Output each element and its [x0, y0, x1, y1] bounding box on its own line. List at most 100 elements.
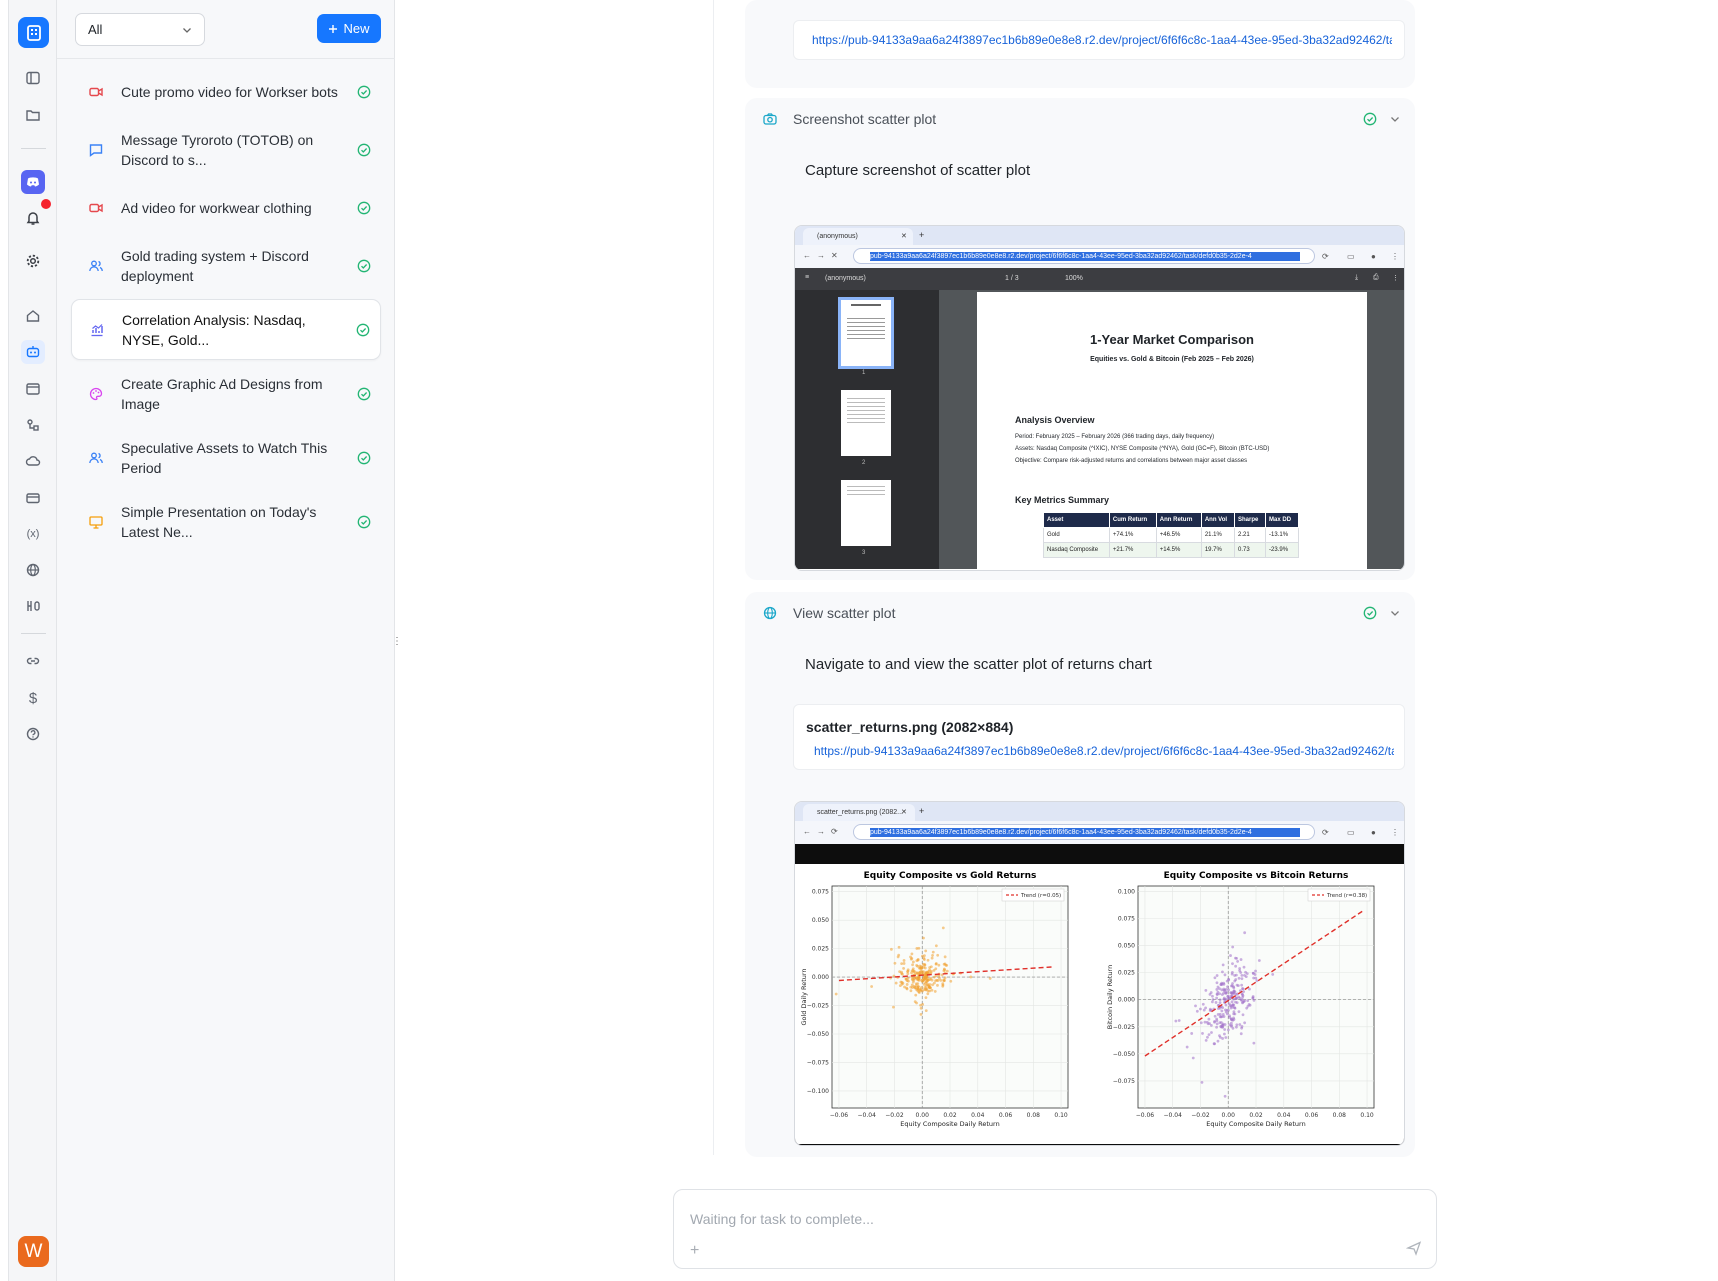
home-icon[interactable] — [21, 304, 45, 328]
profile-icon: ● — [1371, 252, 1376, 261]
scatter-point — [911, 980, 915, 984]
result-link[interactable]: https://pub-94133a9aa6a24f3897ec1b6b89e0… — [812, 33, 1392, 47]
scatter-point — [1245, 972, 1249, 976]
scatter-point — [922, 936, 925, 940]
send-icon[interactable] — [1406, 1240, 1422, 1256]
globe-icon[interactable] — [21, 558, 45, 582]
pdf-title: (anonymous) — [825, 275, 866, 282]
scatter-point — [1208, 1009, 1212, 1012]
api-icon[interactable] — [21, 594, 45, 618]
plus-icon: + — [919, 230, 925, 240]
scatter-point — [889, 947, 893, 951]
scatter-point — [1239, 1032, 1243, 1036]
cloud-icon[interactable] — [21, 449, 45, 473]
scatter-point — [919, 988, 923, 992]
pdf-thumbnail[interactable] — [841, 390, 891, 456]
task-title: Gold trading system + Discord deployment — [121, 248, 309, 284]
video-icon — [83, 195, 109, 221]
task-item[interactable]: Ad video for workwear clothing — [71, 189, 381, 227]
pdf-thumbnail[interactable] — [838, 297, 894, 369]
app-logo[interactable] — [18, 17, 49, 48]
browser-icon[interactable] — [21, 377, 45, 401]
scatter-point — [1218, 1001, 1222, 1005]
scatter-point — [1174, 1019, 1178, 1023]
address-bar: pub-94133a9aa6a24f3897ec1b6b89e0e8e8.r2.… — [853, 824, 1315, 840]
step-description: Navigate to and view the scatter plot of… — [805, 656, 1152, 673]
task-item[interactable]: Create Graphic Ad Designs from Image — [71, 370, 381, 418]
x-tick-label: −0.02 — [1191, 1112, 1210, 1119]
x-tick-label: −0.02 — [885, 1112, 904, 1119]
task-item[interactable]: Cute promo video for Workser bots — [71, 73, 381, 111]
metrics-cell: 21.1% — [1200, 527, 1235, 543]
workflow-icon[interactable] — [21, 413, 45, 437]
legend-label: Trend (r=0.05) — [1020, 893, 1061, 899]
scatter-point — [934, 962, 938, 965]
scatter-point — [922, 976, 926, 980]
menu-icon: ⋮ — [1392, 275, 1399, 282]
attach-plus-icon[interactable]: + — [690, 1242, 699, 1260]
discord-icon[interactable] — [21, 170, 45, 194]
pdf-thumbnail[interactable] — [841, 480, 891, 546]
menu-icon: ⋮ — [1391, 828, 1399, 837]
scatter-point — [1215, 996, 1219, 1000]
task-item[interactable]: Simple Presentation on Today's Latest Ne… — [71, 498, 381, 546]
scatter-point — [1237, 976, 1241, 980]
task-title: Simple Presentation on Today's Latest Ne… — [121, 504, 317, 540]
scatter-point — [1225, 1008, 1229, 1012]
x-tick-label: 0.08 — [1333, 1112, 1347, 1119]
scatter-point — [1228, 1004, 1232, 1007]
check-circle-icon — [357, 85, 371, 99]
chat-input[interactable]: Waiting for task to complete... + — [673, 1189, 1437, 1269]
doc-overview-line: Period: February 2025 – February 2026 (3… — [1015, 434, 1215, 440]
bot-icon[interactable] — [21, 340, 45, 364]
scatter-point — [1257, 959, 1261, 962]
file-link[interactable]: https://pub-94133a9aa6a24f3897ec1b6b89e0… — [814, 744, 1394, 758]
task-item[interactable]: Gold trading system + Discord deployment — [71, 242, 381, 290]
browser-toolbar: ←→⟳ pub-94133a9aa6a24f3897ec1b6b89e0e8e8… — [795, 821, 1404, 844]
chevron-down-icon[interactable] — [1389, 607, 1401, 619]
scatter-point — [917, 971, 921, 975]
step-header[interactable]: Screenshot scatter plot — [762, 107, 1412, 131]
scatter-point — [892, 1005, 895, 1009]
address-url: pub-94133a9aa6a24f3897ec1b6b89e0e8e8.r2.… — [870, 828, 1300, 837]
gear-icon[interactable] — [21, 249, 45, 273]
task-item-active[interactable]: Correlation Analysis: Nasdaq, NYSE, Gold… — [71, 299, 381, 360]
link-icon[interactable] — [21, 649, 45, 673]
metrics-cell: 0.73 — [1233, 542, 1267, 558]
scatter-point — [915, 963, 919, 967]
menu-icon: ⋮ — [1391, 252, 1399, 261]
task-item[interactable]: Speculative Assets to Watch This Period — [71, 434, 381, 482]
dollar-icon[interactable]: $ — [21, 686, 45, 710]
new-task-button[interactable]: New — [317, 14, 381, 43]
variable-icon[interactable]: (x) — [21, 522, 45, 546]
task-filter-select[interactable]: All — [75, 13, 205, 46]
card-icon[interactable] — [21, 486, 45, 510]
scatter-point — [1245, 1006, 1249, 1010]
check-circle-icon — [1363, 606, 1377, 620]
metrics-col: Ann Return — [1155, 512, 1202, 528]
folder-icon[interactable] — [21, 103, 45, 127]
close-icon: ✕ — [901, 809, 907, 816]
avatar[interactable]: W — [18, 1236, 49, 1267]
scatter-point — [1215, 1022, 1219, 1026]
screenshot-pdf-viewer: (anonymous) ✕ + ←→✕ pub-94133a9aa6a24f38… — [794, 225, 1405, 571]
task-item[interactable]: Message Tyroroto (TOTOB) on Discord to s… — [71, 126, 381, 174]
step-header[interactable]: View scatter plot — [762, 601, 1412, 625]
sidebar-toggle-icon[interactable] — [21, 66, 45, 90]
metrics-col: Max DD — [1265, 512, 1299, 528]
metrics-cell: +14.5% — [1155, 542, 1202, 558]
pdf-toolbar: ≡ (anonymous) 1 / 3 100% ⤓ ⎙ ⋮ — [795, 268, 1404, 290]
y-tick-label: 0.050 — [812, 917, 829, 924]
scatter-point — [897, 945, 901, 949]
help-icon[interactable] — [21, 722, 45, 746]
scatter-point — [1230, 1024, 1234, 1027]
scatter-point — [1234, 997, 1238, 1001]
scatter-point — [921, 954, 924, 958]
scatter-point — [1246, 999, 1250, 1003]
scatter-point — [937, 963, 941, 967]
scatter-point — [1207, 1017, 1211, 1021]
chevron-down-icon[interactable] — [1389, 113, 1401, 125]
task-title: Cute promo video for Workser bots — [121, 84, 338, 100]
scatter-point — [924, 1009, 928, 1013]
bell-icon[interactable] — [21, 206, 45, 230]
